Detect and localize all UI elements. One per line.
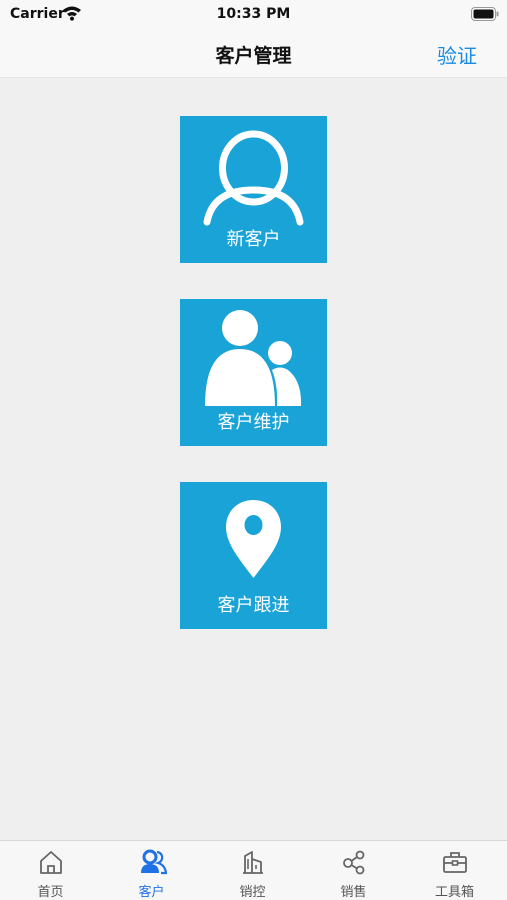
status-bar: Carrier 10:33 PM — [0, 0, 507, 28]
building-icon — [243, 851, 263, 874]
customer-maintenance-tile[interactable]: 客户维护 — [180, 299, 327, 446]
tab-label-toolbox: 工具箱 — [434, 885, 474, 900]
tab-home[interactable]: 首页 — [0, 841, 101, 900]
tab-sales[interactable]: 销售 — [303, 841, 404, 900]
tab-label-home: 首页 — [37, 885, 64, 900]
clock: 10:33 PM — [216, 6, 291, 22]
new-customer-tile[interactable]: 新客户 — [180, 116, 327, 263]
users-icon — [141, 849, 167, 875]
page-title: 客户管理 — [215, 45, 292, 67]
tab-label-customers: 客户 — [138, 885, 165, 900]
tab-sales-control[interactable]: 销控 — [202, 841, 303, 900]
share-icon — [343, 850, 365, 875]
battery-icon — [471, 6, 499, 25]
customer-followup-tile[interactable]: 客户跟进 — [180, 482, 327, 629]
verify-button[interactable]: 验证 — [437, 40, 477, 69]
tab-label-sales: 销售 — [340, 885, 367, 900]
tab-bar: 首页 客户 销控 销售 工具箱 — [0, 840, 507, 900]
tab-label-sales-control: 销控 — [239, 885, 266, 900]
tile-label-customer-maintenance: 客户维护 — [217, 412, 290, 433]
tile-label-new-customer: 新客户 — [226, 229, 281, 250]
tab-customers[interactable]: 客户 — [101, 841, 202, 900]
home-icon — [40, 851, 62, 874]
toolbox-icon — [443, 852, 467, 873]
nav-bar: 客户管理 验证 — [0, 28, 507, 78]
tile-label-customer-followup: 客户跟进 — [217, 595, 290, 616]
tab-toolbox[interactable]: 工具箱 — [404, 841, 505, 900]
